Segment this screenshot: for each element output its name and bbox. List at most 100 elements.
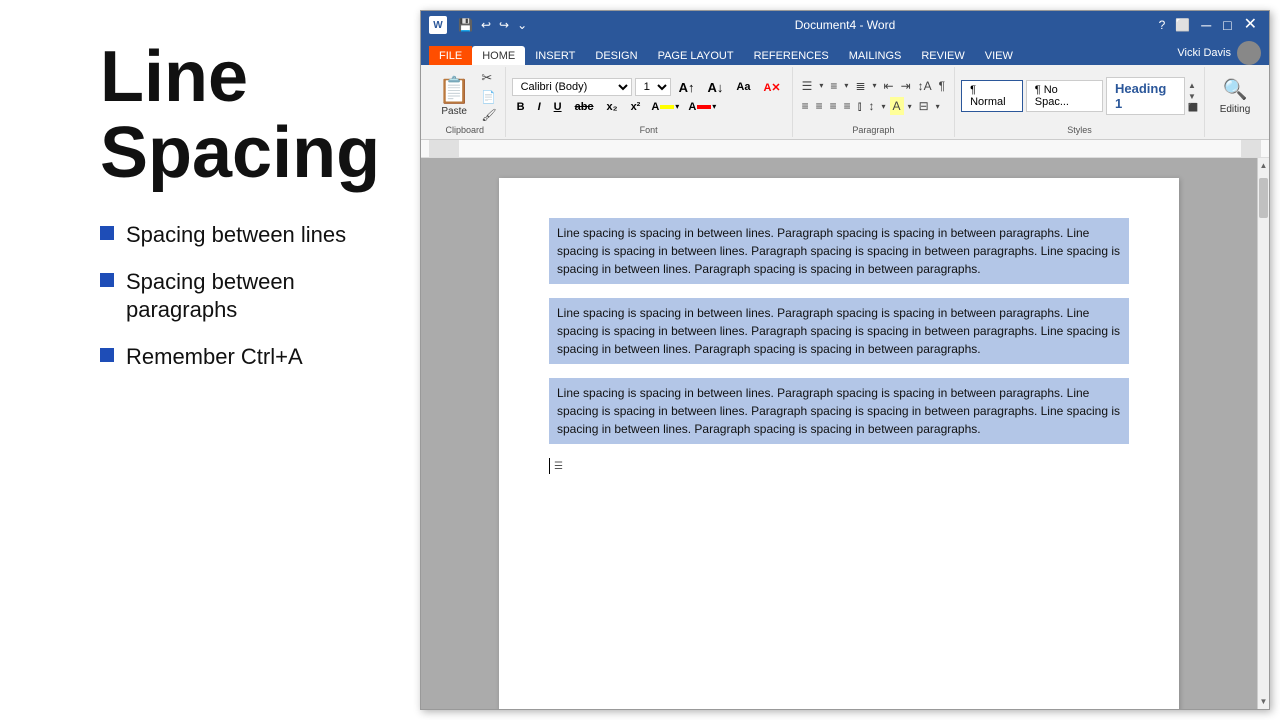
ribbon-toggle-icon[interactable]: ⬜ bbox=[1172, 18, 1193, 32]
font-family-selector[interactable]: Calibri (Body) bbox=[512, 78, 632, 96]
align-right-button[interactable]: ≡ bbox=[827, 97, 840, 115]
styles-scroll-arrows[interactable]: ▲ ▼ ⬛ bbox=[1188, 81, 1198, 112]
user-name: Vicki Davis bbox=[1177, 47, 1231, 59]
slide-title: LineSpacing bbox=[100, 40, 390, 191]
font-color-button[interactable]: A ▾ bbox=[685, 99, 719, 115]
bullet-icon-2 bbox=[100, 273, 114, 287]
tab-file[interactable]: FILE bbox=[429, 46, 472, 65]
font-row-2: B I U abc x₂ x² A ▾ A ▾ bbox=[512, 99, 786, 115]
shading-dropdown[interactable]: ▾ bbox=[905, 100, 915, 113]
restore-button[interactable]: □ bbox=[1219, 18, 1235, 32]
close-button[interactable]: ✕ bbox=[1240, 17, 1261, 33]
cut-icon[interactable]: ✂ bbox=[479, 69, 498, 87]
clipboard-group: 📋 Paste ✂ 📄 🖌 Clipboard bbox=[425, 67, 506, 137]
tab-mailings[interactable]: MAILINGS bbox=[839, 46, 912, 65]
increase-indent-button[interactable]: ⇥ bbox=[898, 77, 914, 95]
paste-button[interactable]: 📋 Paste bbox=[431, 72, 477, 120]
font-group: Calibri (Body) 11 A↑ A↓ Aa A✕ B I U abc … bbox=[506, 67, 793, 137]
bullet-icon-1 bbox=[100, 226, 114, 240]
decrease-indent-button[interactable]: ⇤ bbox=[881, 77, 897, 95]
redo-icon[interactable]: ↪ bbox=[496, 18, 512, 32]
ribbon-tabs: FILE HOME INSERT DESIGN PAGE LAYOUT REFE… bbox=[421, 39, 1269, 65]
vertical-scrollbar[interactable]: ▲ ▼ bbox=[1257, 158, 1269, 709]
shading-button[interactable]: A bbox=[890, 97, 904, 115]
format-painter-icon[interactable]: 🖌 bbox=[479, 107, 498, 123]
bullet-text-3: Remember Ctrl+A bbox=[126, 343, 303, 372]
highlight-button[interactable]: A ▾ bbox=[648, 99, 682, 115]
align-center-button[interactable]: ≡ bbox=[813, 97, 826, 115]
scroll-thumb[interactable] bbox=[1259, 178, 1268, 218]
customize-icon[interactable]: ⌄ bbox=[514, 18, 530, 32]
multilevel-button[interactable]: ≣ bbox=[852, 77, 868, 95]
paste-label: Paste bbox=[441, 106, 467, 117]
font-size-selector[interactable]: 11 bbox=[635, 78, 671, 96]
show-marks-button[interactable]: ¶ bbox=[936, 77, 948, 95]
numbering-dropdown[interactable]: ▾ bbox=[841, 79, 851, 92]
styles-up-arrow[interactable]: ▲ bbox=[1188, 81, 1198, 90]
para-row-1: ☰ ▾ ≡ ▾ ≣ ▾ ⇤ ⇥ ↕A ¶ bbox=[799, 77, 948, 95]
bold-button[interactable]: B bbox=[512, 99, 530, 115]
subscript-button[interactable]: x₂ bbox=[602, 99, 623, 115]
numbering-button[interactable]: ≡ bbox=[827, 77, 840, 95]
style-no-space[interactable]: ¶ No Spac... bbox=[1026, 80, 1103, 112]
scroll-track[interactable] bbox=[1258, 173, 1269, 694]
tab-insert[interactable]: INSERT bbox=[525, 46, 585, 65]
clear-format-icon[interactable]: A✕ bbox=[758, 79, 785, 96]
line-spacing-dropdown[interactable]: ▾ bbox=[879, 100, 889, 113]
superscript-button[interactable]: x² bbox=[626, 99, 646, 115]
borders-dropdown[interactable]: ▾ bbox=[933, 100, 943, 113]
styles-down-arrow[interactable]: ▼ bbox=[1188, 92, 1198, 101]
justify-button[interactable]: ≡ bbox=[841, 97, 854, 115]
para-group-content: ☰ ▾ ≡ ▾ ≣ ▾ ⇤ ⇥ ↕A ¶ ≡ ≡ ≡ ≡ ⫾ ↕ bbox=[799, 69, 948, 123]
italic-button[interactable]: I bbox=[533, 99, 546, 115]
scroll-up-button[interactable]: ▲ bbox=[1257, 158, 1269, 173]
copy-icon[interactable]: 📄 bbox=[479, 89, 498, 105]
bullets-button[interactable]: ☰ bbox=[799, 77, 816, 95]
styles-expand-arrow[interactable]: ⬛ bbox=[1188, 103, 1198, 112]
style-normal[interactable]: ¶ Normal bbox=[961, 80, 1023, 112]
bullet-list: Spacing between lines Spacing between pa… bbox=[100, 221, 390, 389]
scroll-down-button[interactable]: ▼ bbox=[1257, 694, 1269, 709]
style-heading1[interactable]: Heading 1 bbox=[1106, 77, 1185, 115]
editing-group: 🔍 Editing bbox=[1205, 67, 1265, 137]
word-window: W 💾 ↩ ↪ ⌄ Document4 - Word ? ⬜ ─ □ ✕ FIL… bbox=[420, 10, 1270, 710]
tab-page-layout[interactable]: PAGE LAYOUT bbox=[648, 46, 744, 65]
ruler-track bbox=[429, 140, 1261, 157]
tab-view[interactable]: VIEW bbox=[975, 46, 1023, 65]
undo-icon[interactable]: ↩ bbox=[478, 18, 494, 32]
document-page: Line spacing is spacing in between lines… bbox=[499, 178, 1179, 709]
title-bar: W 💾 ↩ ↪ ⌄ Document4 - Word ? ⬜ ─ □ ✕ bbox=[421, 11, 1269, 39]
tab-design[interactable]: DESIGN bbox=[585, 46, 647, 65]
underline-button[interactable]: U bbox=[549, 99, 567, 115]
document-area[interactable]: Line spacing is spacing in between lines… bbox=[421, 158, 1257, 709]
title-bar-controls: ? ⬜ ─ □ ✕ bbox=[1156, 17, 1261, 33]
line-spacing-button[interactable]: ↕ bbox=[866, 97, 878, 115]
editing-icon: 🔍 bbox=[1223, 77, 1248, 102]
sort-button[interactable]: ↕A bbox=[915, 77, 935, 95]
columns-button[interactable]: ⫾ bbox=[855, 97, 865, 116]
clipboard-tools: ✂ 📄 🖌 bbox=[479, 69, 498, 123]
shrink-font-icon[interactable]: A↓ bbox=[703, 78, 729, 97]
multilevel-dropdown[interactable]: ▾ bbox=[870, 79, 880, 92]
tab-references[interactable]: REFERENCES bbox=[744, 46, 839, 65]
strikethrough-button[interactable]: abc bbox=[570, 99, 599, 115]
save-icon[interactable]: 💾 bbox=[455, 18, 476, 32]
paragraph-3: Line spacing is spacing in between lines… bbox=[549, 378, 1129, 444]
change-case-icon[interactable]: Aa bbox=[731, 79, 755, 95]
minimize-button[interactable]: ─ bbox=[1197, 18, 1215, 32]
bullet-item-2: Spacing between paragraphs bbox=[100, 268, 390, 325]
tab-review[interactable]: REVIEW bbox=[911, 46, 974, 65]
cursor-mark: ☰ bbox=[554, 461, 563, 472]
ruler bbox=[421, 140, 1269, 158]
bullets-dropdown[interactable]: ▾ bbox=[816, 79, 826, 92]
highlight-dropdown-icon[interactable]: ▾ bbox=[675, 102, 679, 111]
grow-font-icon[interactable]: A↑ bbox=[674, 78, 700, 97]
font-color-label: A bbox=[688, 101, 696, 113]
align-left-button[interactable]: ≡ bbox=[799, 97, 812, 115]
tab-home[interactable]: HOME bbox=[472, 46, 525, 65]
borders-button[interactable]: ⊟ bbox=[916, 97, 932, 115]
help-icon[interactable]: ? bbox=[1156, 18, 1169, 32]
user-avatar bbox=[1237, 41, 1261, 65]
paragraph-2: Line spacing is spacing in between lines… bbox=[549, 298, 1129, 364]
color-dropdown-icon[interactable]: ▾ bbox=[712, 102, 716, 111]
